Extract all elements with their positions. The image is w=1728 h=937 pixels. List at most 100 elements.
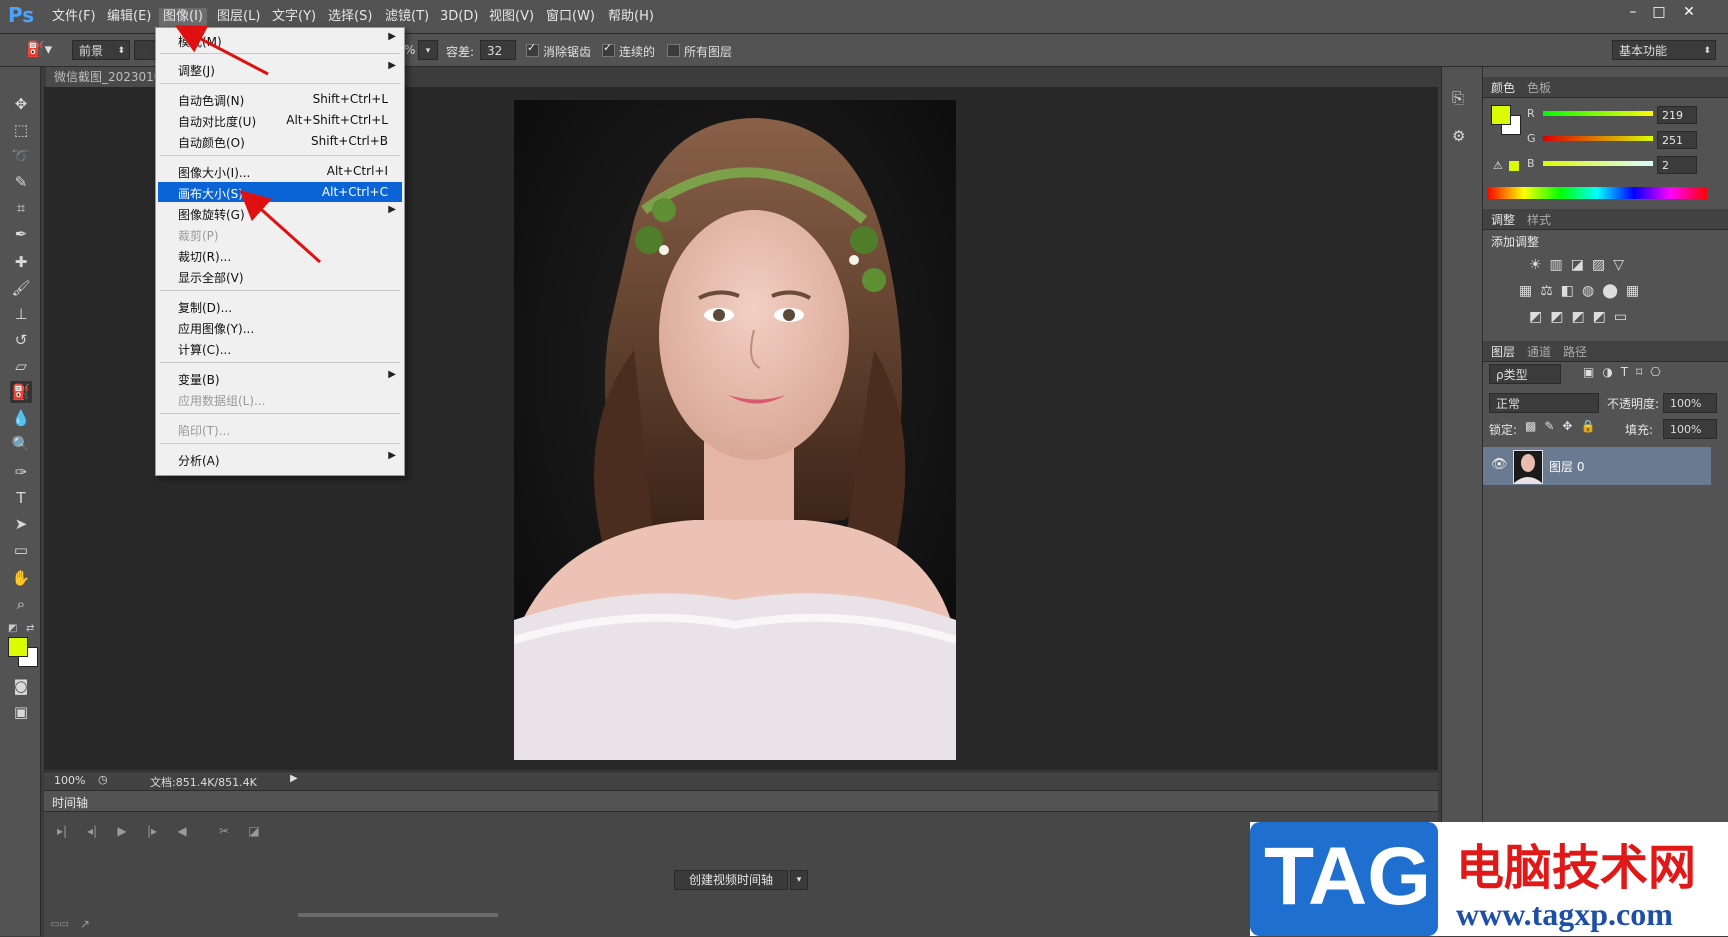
workspace-select[interactable]: 基本功能 ⬍ — [1612, 40, 1716, 60]
dodge-tool-icon[interactable]: 🔍 — [10, 433, 32, 455]
marquee-tool-icon[interactable]: ⬚ — [10, 119, 32, 141]
layer-filter-icons[interactable]: ▣◑T⌑⎔ — [1583, 365, 1669, 379]
menu-item-image-rotation[interactable]: 图像旋转(G) ▶ — [158, 203, 402, 223]
blur-tool-icon[interactable]: 💧 — [10, 407, 32, 429]
healing-brush-tool-icon[interactable]: ✚ — [10, 251, 32, 273]
r-input[interactable]: 219 — [1657, 106, 1697, 124]
adjustment-icons-row-2[interactable]: ▦⚖◧◍⬤▦ — [1519, 283, 1647, 299]
menu-item-apply-image[interactable]: 应用图像(Y)... — [158, 317, 402, 337]
play-arrow-icon[interactable]: ▶ — [290, 773, 298, 784]
next-frame-icon[interactable]: |▸ — [142, 821, 162, 841]
opacity-input[interactable]: 100% — [1663, 393, 1717, 413]
gamut-color-swatch[interactable] — [1509, 161, 1519, 171]
menu-item-duplicate[interactable]: 复制(D)... — [158, 296, 402, 316]
quick-selection-tool-icon[interactable]: ✎ — [10, 171, 32, 193]
zoom-level[interactable]: 100% — [54, 774, 85, 787]
menu-layer[interactable]: 图层(L) — [213, 8, 264, 28]
hand-tool-icon[interactable]: ✋ — [10, 567, 32, 589]
layer-filter-select[interactable]: ρ类型 — [1489, 364, 1561, 384]
r-slider[interactable] — [1543, 111, 1653, 116]
menu-select[interactable]: 选择(S) — [324, 8, 376, 28]
b-input[interactable]: 2 — [1657, 156, 1697, 174]
scissors-icon[interactable]: ✂ — [214, 821, 234, 841]
quick-mask-icon[interactable]: ◙ — [10, 675, 32, 697]
fill-input[interactable]: 100% — [1663, 419, 1717, 439]
menu-item-auto-contrast[interactable]: 自动对比度(U) Alt+Shift+Ctrl+L — [158, 110, 402, 130]
layer-name[interactable]: 图层 0 — [1549, 458, 1584, 475]
crop-tool-icon[interactable]: ⌗ — [10, 197, 32, 219]
play-icon[interactable]: ▶ — [112, 821, 132, 841]
eyedropper-tool-icon[interactable]: ✒ — [10, 223, 32, 245]
tab-paths[interactable]: 路径 — [1559, 343, 1591, 360]
swap-colors-icon[interactable]: ⇄ — [26, 623, 34, 634]
soft-proof-icon[interactable]: ◷ — [98, 773, 108, 786]
foreground-color-swatch[interactable] — [1491, 105, 1511, 125]
tab-layers[interactable]: 图层 — [1487, 343, 1519, 360]
zoom-slider[interactable] — [298, 913, 498, 917]
opacity-dropdown-button[interactable]: ▾ — [418, 40, 438, 60]
default-colors-icon[interactable]: ◩ — [8, 623, 17, 634]
paint-bucket-tool-icon[interactable]: ⛽ — [10, 381, 32, 403]
menu-filter[interactable]: 滤镜(T) — [381, 8, 433, 28]
b-slider[interactable] — [1543, 161, 1653, 166]
menu-item-canvas-size[interactable]: 画布大小(S)... Alt+Ctrl+C — [158, 182, 402, 202]
menu-help[interactable]: 帮助(H) — [604, 8, 658, 28]
menu-item-analysis[interactable]: 分析(A) ▶ — [158, 449, 402, 469]
menu-image[interactable]: 图像(I) — [159, 8, 207, 28]
tab-styles[interactable]: 样式 — [1523, 211, 1555, 228]
g-input[interactable]: 251 — [1657, 131, 1697, 149]
transition-icon[interactable]: ◪ — [244, 821, 264, 841]
menu-3d[interactable]: 3D(D) — [436, 8, 482, 28]
history-panel-icon[interactable]: ⎘ — [1452, 89, 1464, 107]
all-layers-checkbox[interactable] — [667, 44, 680, 57]
fill-source-select[interactable]: 前景 ⬍ — [72, 40, 130, 60]
adjustment-icons-row-1[interactable]: ☀▥◪▨▽ — [1529, 257, 1632, 273]
menu-file[interactable]: 文件(F) — [48, 8, 100, 28]
close-button[interactable]: ✕ — [1678, 2, 1700, 22]
menu-view[interactable]: 视图(V) — [485, 8, 538, 28]
menu-item-reveal-all[interactable]: 显示全部(V) — [158, 266, 402, 286]
maximize-button[interactable]: □ — [1648, 2, 1670, 22]
brush-tool-icon[interactable]: 🖌 — [10, 277, 32, 299]
screen-mode-icon[interactable]: ▣ — [10, 701, 32, 723]
tolerance-input[interactable]: 32 — [480, 40, 516, 60]
paint-bucket-tool-preset-icon[interactable]: ⛽▾ — [26, 40, 56, 60]
menu-item-trim[interactable]: 裁切(R)... — [158, 245, 402, 265]
lasso-tool-icon[interactable]: ➰ — [10, 145, 32, 167]
eraser-tool-icon[interactable]: ▱ — [10, 355, 32, 377]
tab-swatches[interactable]: 色板 — [1523, 79, 1555, 96]
menu-item-auto-color[interactable]: 自动颜色(O) Shift+Ctrl+B — [158, 131, 402, 151]
menu-item-mode[interactable]: 模式(M) ▶ — [158, 30, 402, 50]
tab-color[interactable]: 颜色 — [1487, 79, 1519, 96]
anti-alias-checkbox[interactable] — [526, 41, 539, 57]
adjustment-icons-row-3[interactable]: ◩◩◩◩▭ — [1529, 309, 1635, 325]
lock-icons[interactable]: ▩✎✥🔒 — [1525, 419, 1603, 433]
type-tool-icon[interactable]: T — [10, 487, 32, 509]
menu-item-adjustments[interactable]: 调整(J) ▶ — [158, 59, 402, 79]
menu-edit[interactable]: 编辑(E) — [103, 8, 155, 28]
menu-item-calculations[interactable]: 计算(C)... — [158, 338, 402, 358]
move-tool-icon[interactable]: ✥ — [10, 93, 32, 115]
stamp-tool-icon[interactable]: ⊥ — [10, 303, 32, 325]
layer-row[interactable]: 👁 图层 0 — [1483, 447, 1711, 485]
blend-mode-select[interactable]: 正常 — [1489, 393, 1599, 413]
minimize-button[interactable]: – — [1622, 2, 1644, 22]
menu-item-image-size[interactable]: 图像大小(I)... Alt+Ctrl+I — [158, 161, 402, 181]
foreground-color-swatch[interactable] — [8, 637, 28, 657]
prev-frame-icon[interactable]: ◂| — [82, 821, 102, 841]
convert-icon[interactable]: ↗ — [80, 917, 90, 931]
timeline-dropdown-button[interactable]: ▾ — [790, 870, 808, 890]
g-slider[interactable] — [1543, 136, 1653, 141]
menu-window[interactable]: 窗口(W) — [542, 8, 599, 28]
properties-panel-icon[interactable]: ⚙ — [1452, 127, 1465, 145]
contiguous-checkbox[interactable] — [602, 41, 615, 57]
rectangle-tool-icon[interactable]: ▭ — [10, 539, 32, 561]
tab-adjustments[interactable]: 调整 — [1487, 211, 1519, 228]
pen-tool-icon[interactable]: ✑ — [10, 461, 32, 483]
menu-item-variables[interactable]: 变量(B) ▶ — [158, 368, 402, 388]
document-tab[interactable]: 微信截图_2023010 — [46, 67, 162, 87]
menu-type[interactable]: 文字(Y) — [268, 8, 320, 28]
frames-icon[interactable]: ▭▭ — [50, 919, 69, 930]
audio-icon[interactable]: ◀ — [172, 821, 192, 841]
history-brush-tool-icon[interactable]: ↺ — [10, 329, 32, 351]
